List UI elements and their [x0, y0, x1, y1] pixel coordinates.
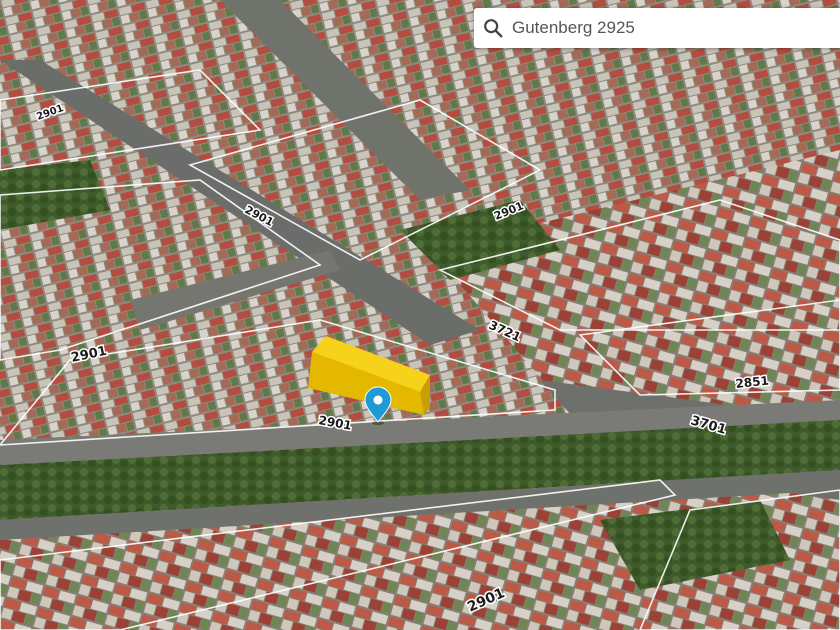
search-icon[interactable]	[482, 17, 504, 39]
search-input[interactable]	[512, 10, 840, 46]
satellite-map[interactable]: 2901 2901 2901 2901 3721 2851 3701 2901 …	[0, 0, 840, 630]
search-bar[interactable]	[474, 8, 840, 48]
